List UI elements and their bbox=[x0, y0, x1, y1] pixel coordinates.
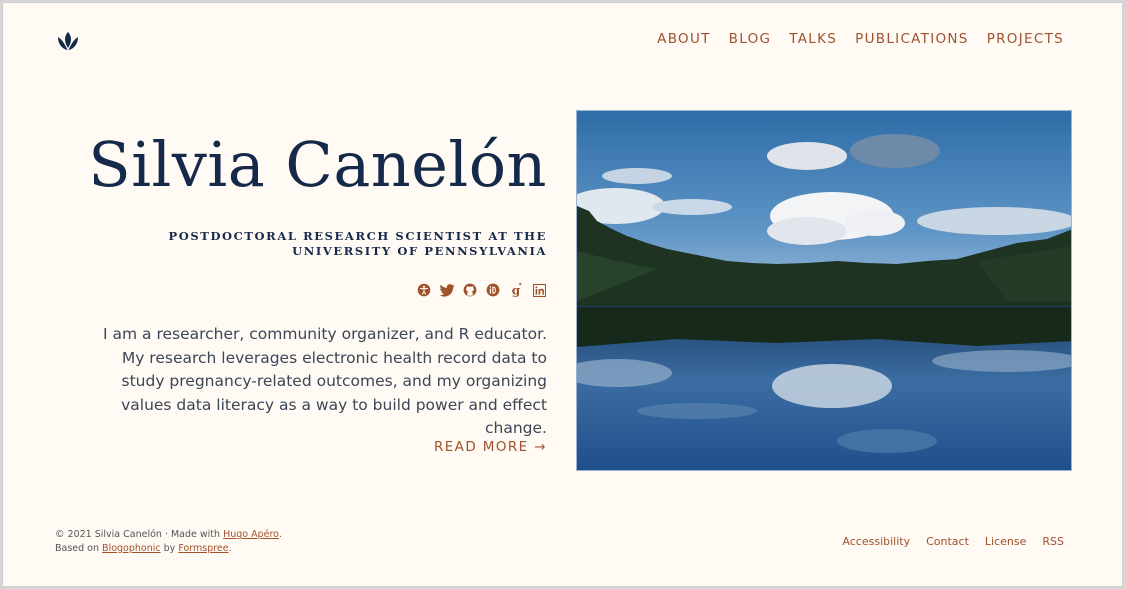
nav-talks[interactable]: TALKS bbox=[789, 31, 837, 47]
based-on-text: Based on bbox=[55, 543, 103, 554]
footer-line-2: Based on Blogophonic by Formspree. bbox=[55, 542, 282, 556]
read-more-link[interactable]: READ MORE → bbox=[434, 439, 547, 455]
period-2: . bbox=[228, 543, 232, 554]
lake-landscape-photo bbox=[576, 110, 1072, 471]
twitter-icon[interactable] bbox=[439, 282, 455, 298]
hugo-apero-link[interactable]: Hugo Apéro bbox=[223, 529, 279, 540]
tulip-icon[interactable] bbox=[55, 28, 81, 54]
nav-blog[interactable]: BLOG bbox=[729, 31, 772, 47]
hero-description: I am a researcher, community organizer, … bbox=[103, 325, 547, 437]
footer-link-accessibility[interactable]: Accessibility bbox=[842, 535, 910, 548]
main-nav: ABOUT BLOG TALKS PUBLICATIONS PROJECTS bbox=[657, 31, 1064, 47]
linkedin-icon[interactable] bbox=[531, 282, 547, 298]
made-with-text: Made with bbox=[170, 529, 224, 540]
github-icon[interactable] bbox=[462, 282, 478, 298]
nav-projects[interactable]: PROJECTS bbox=[987, 31, 1064, 47]
separator: · bbox=[161, 529, 171, 540]
page-title: Silvia Canelón bbox=[88, 128, 547, 201]
footer-line-1: © 2021 Silvia Canelón · Made with Hugo A… bbox=[55, 528, 282, 542]
orcid-icon[interactable] bbox=[485, 282, 501, 298]
by-text: by bbox=[160, 543, 179, 554]
period-1: . bbox=[278, 529, 282, 540]
copyright: © 2021 Silvia Canelón bbox=[55, 529, 162, 540]
social-links: g bbox=[416, 282, 547, 298]
page: ABOUT BLOG TALKS PUBLICATIONS PROJECTS S… bbox=[2, 2, 1123, 587]
footer-link-license[interactable]: License bbox=[985, 535, 1026, 548]
footer-link-contact[interactable]: Contact bbox=[926, 535, 969, 548]
footer-link-rss[interactable]: RSS bbox=[1042, 535, 1064, 548]
nav-publications[interactable]: PUBLICATIONS bbox=[855, 31, 969, 47]
footer-links: Accessibility Contact License RSS bbox=[842, 535, 1064, 548]
formspree-link[interactable]: Formspree bbox=[178, 543, 228, 554]
page-subtitle: POSTDOCTORAL RESEARCH SCIENTIST AT THE U… bbox=[168, 229, 547, 258]
accessibility-icon[interactable] bbox=[416, 282, 432, 298]
svg-text:g: g bbox=[512, 284, 521, 298]
google-scholar-icon[interactable]: g bbox=[508, 282, 524, 298]
nav-about[interactable]: ABOUT bbox=[657, 31, 711, 47]
blogophonic-link[interactable]: Blogophonic bbox=[102, 543, 161, 554]
footer-credits: © 2021 Silvia Canelón · Made with Hugo A… bbox=[55, 528, 282, 556]
